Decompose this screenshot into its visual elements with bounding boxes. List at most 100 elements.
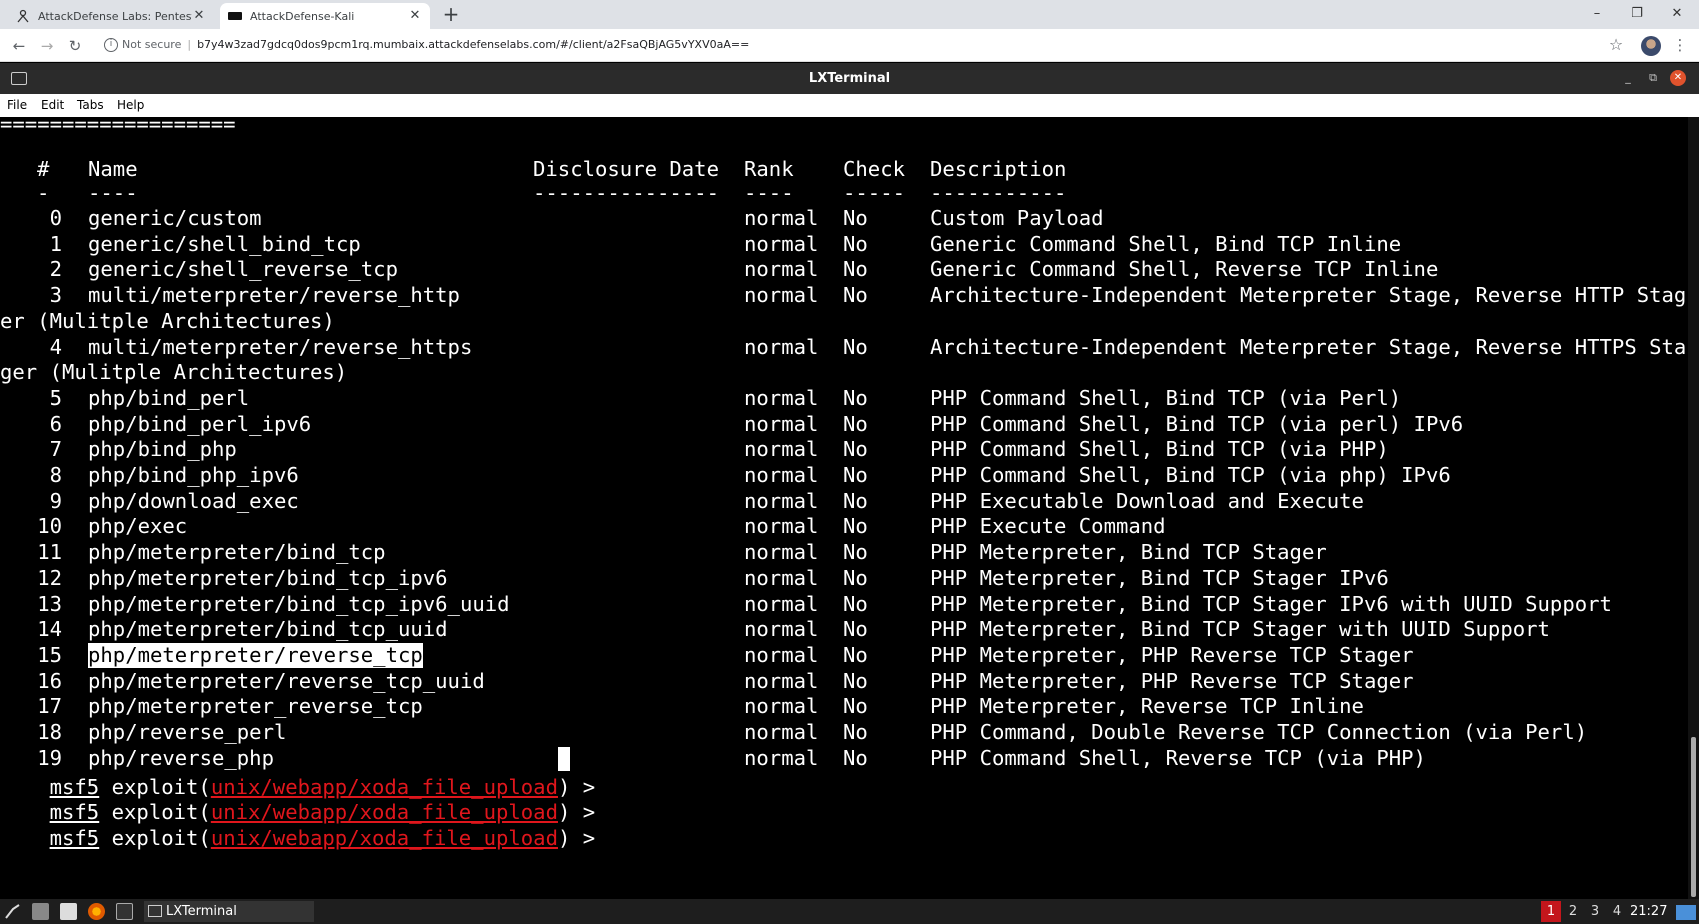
firefox-icon[interactable] (88, 903, 105, 920)
back-button[interactable]: ← (8, 35, 30, 57)
window-restore-button[interactable]: ❐ (1627, 4, 1647, 24)
browser-tab-kali[interactable]: AttackDefense-Kali ✕ (220, 3, 430, 29)
row-description: PHP Meterpreter, Bind TCP Stager with UU… (930, 617, 1550, 642)
row-check: No (843, 206, 868, 230)
row-number: 9 (49, 488, 62, 513)
row-description: PHP Meterpreter, Bind TCP Stager (930, 540, 1327, 565)
window-minimize-button[interactable]: – (1587, 4, 1607, 24)
row-number: 16 (37, 668, 62, 693)
avatar[interactable] (1641, 36, 1661, 56)
row-number: 1 (49, 231, 62, 256)
menu-edit[interactable]: Edit (41, 94, 64, 117)
separator-num: - (37, 181, 50, 205)
kali-menu-icon[interactable] (4, 903, 21, 920)
row-name[interactable]: php/meterpreter/bind_tcp_ipv6_uuid (88, 592, 510, 617)
workspace-4[interactable]: 4 (1607, 901, 1627, 922)
terminal-output[interactable]: =================== # Name Disclosure Da… (0, 117, 1688, 899)
row-name[interactable]: generic/shell_bind_tcp (88, 232, 361, 257)
row-name[interactable]: generic/shell_reverse_tcp (88, 257, 398, 282)
menu-help[interactable]: Help (117, 94, 144, 117)
table-row: 18 php/reverse_perl normal No PHP Command, D… (0, 720, 1688, 745)
new-tab-button[interactable]: + (440, 4, 462, 26)
address-bar[interactable]: i Not secure | b7y4w3zad7gdcq0dos9pcm1rq.mu… (96, 33, 1626, 57)
row-description: PHP Executable Download and Execute (930, 488, 1364, 513)
row-name[interactable]: php/download_exec (88, 489, 299, 514)
terminal-menubar: File Edit Tabs Help (0, 94, 1699, 117)
file-manager-icon[interactable] (32, 903, 49, 920)
tab-title: AttackDefense Labs: Pentester A (38, 9, 192, 23)
row-check: No (843, 668, 868, 693)
row-name-selected[interactable]: php/meterpreter/reverse_tcp (88, 642, 423, 668)
monitor-icon (148, 905, 162, 917)
close-icon[interactable]: ✕ (408, 9, 422, 23)
monitor-icon (228, 9, 242, 23)
terminal-launcher-icon[interactable] (116, 903, 133, 920)
desktop-show-icon[interactable] (1676, 905, 1696, 920)
table-row: 16 php/meterpreter/reverse_tcp_uuid normal… (0, 669, 1688, 694)
table-separator-row: - ---- --------------- ---- ----- ------… (0, 181, 1688, 206)
table-row: 11 php/meterpreter/bind_tcp normal No PHP Me… (0, 540, 1688, 565)
row-name[interactable]: php/exec (88, 514, 187, 539)
row-description: PHP Meterpreter, PHP Reverse TCP Stager (930, 642, 1414, 667)
menu-file[interactable]: File (7, 94, 27, 117)
workspace-2[interactable]: 2 (1563, 901, 1583, 922)
prompt-prefix: msf5 (49, 826, 100, 850)
bookmark-star-icon[interactable]: ☆ (1606, 35, 1626, 55)
row-rank: normal (744, 283, 819, 308)
row-description: PHP Execute Command (930, 514, 1166, 539)
terminal-titlebar: LXTerminal _ ⧉ ✕ (0, 63, 1699, 94)
terminal-close-button[interactable]: ✕ (1670, 70, 1686, 86)
row-name[interactable]: php/meterpreter/bind_tcp_ipv6 (88, 566, 448, 591)
table-row: 17 php/meterpreter_reverse_tcp normal No PHP… (0, 694, 1688, 719)
row-name[interactable]: multi/meterpreter/reverse_https (88, 335, 472, 360)
row-check: No (843, 463, 868, 487)
row-name[interactable]: php/meterpreter/bind_tcp (88, 540, 386, 565)
row-check: No (843, 514, 868, 539)
separator-rank: ---- (744, 181, 794, 205)
prompt-line: msf5 exploit(unix/webapp/xoda_file_uploa… (0, 775, 608, 824)
close-icon[interactable]: ✕ (192, 9, 206, 23)
workspace-3[interactable]: 3 (1585, 901, 1605, 922)
clock: 21:27 (1630, 904, 1668, 919)
browser-menu-icon[interactable]: ⋮ (1672, 35, 1688, 55)
terminal-minimize-button[interactable]: _ (1620, 70, 1636, 86)
row-number: 5 (49, 385, 62, 410)
separator-check: ----- (843, 181, 905, 205)
workspace-1[interactable]: 1 (1541, 901, 1561, 922)
row-rank: normal (744, 591, 819, 616)
task-label: LXTerminal (166, 904, 237, 919)
row-number: 15 (37, 642, 62, 667)
row-check: No (843, 385, 868, 410)
row-name[interactable]: php/bind_perl (88, 386, 249, 411)
table-row: 14 php/meterpreter/bind_tcp_uuid normal No P… (0, 617, 1688, 642)
text-editor-icon[interactable] (60, 903, 77, 920)
scrollbar-thumb[interactable] (1691, 737, 1696, 897)
row-name[interactable]: generic/custom (88, 206, 262, 231)
row-name[interactable]: php/bind_perl_ipv6 (88, 412, 311, 437)
row-name[interactable]: multi/meterpreter/reverse_http (88, 283, 460, 308)
row-name[interactable]: php/bind_php_ipv6 (88, 463, 299, 488)
table-row: 4 multi/meterpreter/reverse_https normal No… (0, 335, 1688, 360)
taskbar-task-lxterminal[interactable]: LXTerminal (144, 901, 314, 922)
terminal-maximize-button[interactable]: ⧉ (1645, 70, 1661, 86)
row-description: PHP Command Shell, Bind TCP (via Perl) (930, 385, 1402, 410)
row-description: PHP Command Shell, Bind TCP (via perl) I… (930, 411, 1464, 436)
browser-tab-pentester[interactable]: AttackDefense Labs: Pentester A ✕ (8, 3, 214, 29)
prompt-line-active[interactable]: msf5 exploit(unix/webapp/xoda_file_uploa… (0, 801, 608, 850)
row-description-wrap: ger (Mulitple Architectures) (0, 360, 348, 385)
person-icon (16, 9, 30, 23)
table-header-row: # Name Disclosure Date Rank Check Descri… (0, 157, 1688, 182)
row-name[interactable]: php/meterpreter/bind_tcp_uuid (88, 617, 448, 642)
window-close-button[interactable]: ✕ (1667, 4, 1687, 24)
row-name[interactable]: php/meterpreter_reverse_tcp (88, 694, 423, 719)
row-name[interactable]: php/bind_php (88, 437, 237, 462)
row-name[interactable]: php/reverse_perl (88, 720, 286, 745)
row-check: No (843, 565, 868, 590)
reload-button[interactable]: ↻ (64, 35, 86, 57)
row-check: No (843, 231, 868, 256)
row-name[interactable]: php/meterpreter/reverse_tcp_uuid (88, 669, 485, 694)
forward-button[interactable]: → (36, 35, 58, 57)
row-rank: normal (744, 257, 819, 282)
menu-tabs[interactable]: Tabs (77, 94, 104, 117)
info-icon[interactable]: i (104, 38, 118, 52)
